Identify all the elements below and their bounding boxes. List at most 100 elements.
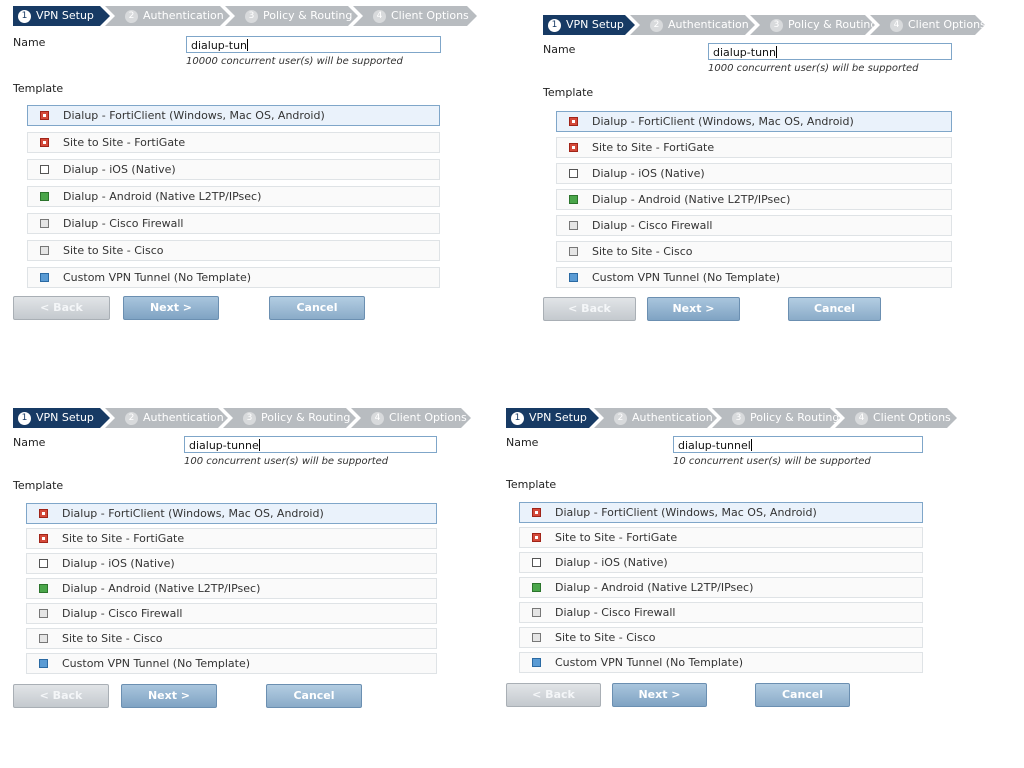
template-item[interactable]: Site to Site - FortiGate — [27, 132, 440, 153]
step-number: 4 — [373, 10, 386, 23]
step-client-options[interactable]: 4 Client Options — [351, 408, 471, 428]
cancel-button[interactable]: Cancel — [269, 296, 365, 320]
template-item[interactable]: Custom VPN Tunnel (No Template) — [556, 267, 952, 288]
step-number: 2 — [650, 19, 663, 32]
step-number: 3 — [732, 412, 745, 425]
step-policy-routing[interactable]: 3 Policy & Routing — [750, 15, 875, 35]
step-authentication[interactable]: 2 Authentication — [594, 408, 717, 428]
template-item[interactable]: Dialup - FortiClient (Windows, Mac OS, A… — [556, 111, 952, 132]
template-item[interactable]: Dialup - Android (Native L2TP/IPsec) — [556, 189, 952, 210]
wizard-steps: 1 VPN Setup 2 Authentication 3 Policy & Rou… — [506, 408, 961, 428]
template-item[interactable]: Site to Site - FortiGate — [519, 527, 923, 548]
template-item[interactable]: Site to Site - Cisco — [26, 628, 437, 649]
template-item[interactable]: Dialup - Android (Native L2TP/IPsec) — [26, 578, 437, 599]
cancel-button[interactable]: Cancel — [266, 684, 362, 708]
back-button[interactable]: < Back — [13, 296, 110, 320]
template-label: Template — [506, 478, 557, 491]
android-icon — [39, 584, 48, 593]
template-item[interactable]: Site to Site - Cisco — [556, 241, 952, 262]
step-number: 1 — [548, 19, 561, 32]
template-item[interactable]: Dialup - FortiClient (Windows, Mac OS, A… — [26, 503, 437, 524]
capacity-hint: 10 concurrent user(s) will be supported — [673, 456, 871, 467]
step-number: 1 — [511, 412, 524, 425]
step-vpn-setup[interactable]: 1 VPN Setup — [506, 408, 599, 428]
ios-icon — [532, 558, 541, 567]
template-item[interactable]: Site to Site - FortiGate — [556, 137, 952, 158]
template-item[interactable]: Site to Site - Cisco — [519, 627, 923, 648]
template-item[interactable]: Dialup - FortiClient (Windows, Mac OS, A… — [519, 502, 923, 523]
cancel-button[interactable]: Cancel — [788, 297, 881, 321]
cisco-icon — [39, 609, 48, 618]
step-vpn-setup[interactable]: 1 VPN Setup — [543, 15, 635, 35]
template-item[interactable]: Dialup - Cisco Firewall — [26, 603, 437, 624]
step-label: Client Options — [389, 411, 467, 424]
name-input[interactable]: dialup-tunne — [184, 436, 437, 453]
step-vpn-setup[interactable]: 1 VPN Setup — [13, 408, 110, 428]
template-item[interactable]: Site to Site - Cisco — [27, 240, 440, 261]
next-button[interactable]: Next > — [121, 684, 217, 708]
template-item[interactable]: Dialup - iOS (Native) — [519, 552, 923, 573]
step-label: VPN Setup — [36, 411, 94, 424]
capacity-hint: 1000 concurrent user(s) will be supporte… — [708, 63, 919, 74]
capacity-hint: 100 concurrent user(s) will be supported — [184, 456, 389, 467]
next-button[interactable]: Next > — [123, 296, 219, 320]
step-policy-routing[interactable]: 3 Policy & Routing — [712, 408, 840, 428]
name-input[interactable]: dialup-tunn — [708, 43, 952, 60]
step-client-options[interactable]: 4 Client Options — [835, 408, 957, 428]
step-policy-routing[interactable]: 3 Policy & Routing — [223, 408, 356, 428]
name-value: dialup-tunne — [189, 439, 259, 452]
template-item[interactable]: Dialup - Android (Native L2TP/IPsec) — [519, 577, 923, 598]
next-button[interactable]: Next > — [612, 683, 707, 707]
forticlient-icon — [532, 508, 541, 517]
step-number: 4 — [855, 412, 868, 425]
ios-icon — [40, 165, 49, 174]
step-number: 1 — [18, 10, 31, 23]
android-icon — [569, 195, 578, 204]
step-label: Authentication — [143, 411, 224, 424]
template-item[interactable]: Dialup - Android (Native L2TP/IPsec) — [27, 186, 440, 207]
step-label: Client Options — [873, 411, 951, 424]
back-button[interactable]: < Back — [13, 684, 109, 708]
fortigate-icon — [39, 534, 48, 543]
step-label: Authentication — [668, 18, 749, 31]
step-authentication[interactable]: 2 Authentication — [105, 6, 230, 26]
name-input[interactable]: dialup-tunnel — [673, 436, 923, 453]
name-label: Name — [13, 436, 46, 449]
step-label: VPN Setup — [36, 9, 94, 22]
template-item[interactable]: Site to Site - FortiGate — [26, 528, 437, 549]
template-item[interactable]: Dialup - iOS (Native) — [556, 163, 952, 184]
custom-vpn-icon — [40, 273, 49, 282]
cisco-icon — [532, 608, 541, 617]
template-item[interactable]: Dialup - Cisco Firewall — [519, 602, 923, 623]
step-client-options[interactable]: 4 Client Options — [353, 6, 477, 26]
step-number: 3 — [770, 19, 783, 32]
custom-vpn-icon — [39, 659, 48, 668]
wizard-steps: 1 VPN Setup 2 Authentication 3 Policy & Rou… — [543, 15, 993, 35]
back-button[interactable]: < Back — [506, 683, 601, 707]
name-input[interactable]: dialup-tun — [186, 36, 441, 53]
template-item[interactable]: Dialup - iOS (Native) — [27, 159, 440, 180]
step-number: 3 — [243, 412, 256, 425]
cancel-button[interactable]: Cancel — [755, 683, 850, 707]
android-icon — [532, 583, 541, 592]
template-item[interactable]: Dialup - iOS (Native) — [26, 553, 437, 574]
next-button[interactable]: Next > — [647, 297, 740, 321]
template-item[interactable]: Dialup - FortiClient (Windows, Mac OS, A… — [27, 105, 440, 126]
template-item[interactable]: Custom VPN Tunnel (No Template) — [26, 653, 437, 674]
template-item[interactable]: Dialup - Cisco Firewall — [27, 213, 440, 234]
template-item[interactable]: Dialup - Cisco Firewall — [556, 215, 952, 236]
template-item[interactable]: Custom VPN Tunnel (No Template) — [519, 652, 923, 673]
forticlient-icon — [569, 117, 578, 126]
step-vpn-setup[interactable]: 1 VPN Setup — [13, 6, 110, 26]
step-client-options[interactable]: 4 Client Options — [870, 15, 985, 35]
step-authentication[interactable]: 2 Authentication — [105, 408, 228, 428]
ios-icon — [569, 169, 578, 178]
back-button[interactable]: < Back — [543, 297, 636, 321]
step-label: Authentication — [143, 9, 224, 22]
vpn-wizard-panel: 1 VPN Setup 2 Authentication 3 Policy & Rou… — [13, 6, 483, 322]
step-label: Client Options — [908, 18, 985, 31]
name-label: Name — [543, 43, 576, 56]
step-policy-routing[interactable]: 3 Policy & Routing — [225, 6, 358, 26]
step-authentication[interactable]: 2 Authentication — [630, 15, 755, 35]
template-item[interactable]: Custom VPN Tunnel (No Template) — [27, 267, 440, 288]
